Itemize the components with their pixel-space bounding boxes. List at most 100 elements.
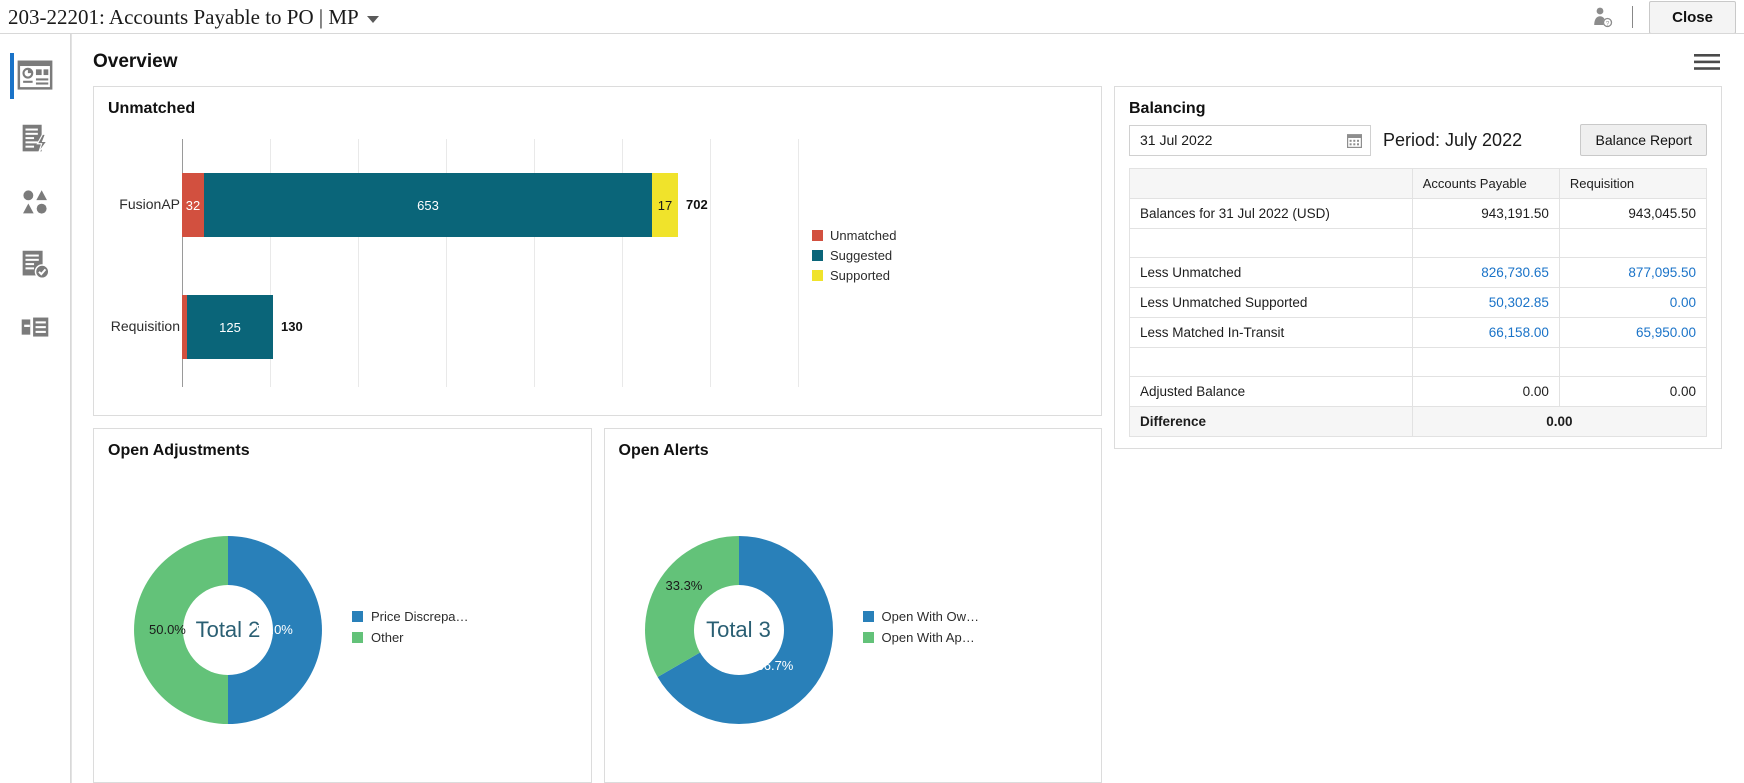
table-row: Less Unmatched Supported 50,302.85 0.00	[1130, 288, 1707, 318]
bar-category-label-0: FusionAP	[94, 196, 180, 212]
balance-date-value: 31 Jul 2022	[1140, 132, 1212, 148]
row-value-ap: 943,191.50	[1412, 199, 1559, 229]
row-value-req[interactable]: 65,950.00	[1559, 318, 1706, 348]
legend-swatch-icon	[863, 611, 874, 622]
chevron-down-icon[interactable]	[367, 16, 379, 23]
row-value-req[interactable]: 0.00	[1559, 288, 1706, 318]
document-lightning-icon	[16, 121, 54, 157]
sidebar-item-transactions[interactable]	[0, 107, 70, 170]
table-row: Balances for 31 Jul 2022 (USD) 943,191.5…	[1130, 199, 1707, 229]
table-row-spacer	[1130, 229, 1707, 258]
bar-segment-value: 17	[658, 198, 672, 213]
bar-segment-suggested[interactable]: 125	[187, 295, 273, 359]
legend-item-open-with-approver[interactable]: Open With Ap…	[863, 630, 980, 645]
sidebar-item-dashboard[interactable]	[0, 44, 70, 107]
sidebar-active-indicator	[10, 53, 14, 99]
bar-segment-suggested[interactable]: 653	[204, 173, 652, 237]
legend-item-supported[interactable]: Supported	[812, 268, 896, 283]
alerts-donut[interactable]: Total 3 66.7% 33.3%	[639, 530, 839, 730]
bar-plot-area: 32 653 17 702	[182, 139, 799, 387]
legend-item-price-discrepancy[interactable]: Price Discrepa…	[352, 609, 469, 624]
legend-swatch-icon	[352, 611, 363, 622]
legend-swatch-icon	[352, 632, 363, 643]
row-label: Less Matched In-Transit	[1130, 318, 1413, 348]
svg-text:?: ?	[1606, 20, 1610, 27]
sidebar-item-approvals[interactable]	[0, 233, 70, 296]
adjustments-legend: Price Discrepa… Other	[352, 609, 469, 651]
column-header-accounts-payable: Accounts Payable	[1412, 169, 1559, 199]
open-alerts-card: Open Alerts Total 3	[604, 428, 1103, 783]
open-alerts-chart: Total 3 66.7% 33.3% Open With Ow…	[605, 477, 1102, 782]
row-value-ap	[1412, 229, 1559, 258]
alerts-total-label: Total 3	[706, 617, 771, 643]
row-label	[1130, 229, 1413, 258]
dashboard-icon	[16, 58, 54, 94]
legend-label: Unmatched	[830, 228, 896, 243]
bar-segment-value: 653	[417, 198, 439, 213]
balancing-controls: 31 Jul 2022	[1115, 118, 1721, 156]
alerts-percent-1: 33.3%	[666, 578, 703, 593]
bar-segment-unmatched[interactable]: 32	[182, 173, 204, 237]
row-value-ap[interactable]: 826,730.65	[1412, 258, 1559, 288]
legend-label: Open With Ow…	[882, 609, 980, 624]
bar-chart-legend: Unmatched Suggested Supported	[812, 228, 896, 288]
legend-swatch-icon	[863, 632, 874, 643]
difference-label: Difference	[1130, 407, 1413, 437]
table-row-difference: Difference 0.00	[1130, 407, 1707, 437]
legend-item-other[interactable]: Other	[352, 630, 469, 645]
hamburger-menu-icon[interactable]	[1694, 53, 1720, 71]
open-adjustments-chart: Total 2 50.0% 50.0% Price Discrepa…	[94, 477, 591, 782]
adjustments-donut[interactable]: Total 2 50.0% 50.0%	[128, 530, 328, 730]
alerts-legend: Open With Ow… Open With Ap…	[863, 609, 980, 651]
overview-header: Overview	[72, 34, 1744, 85]
table-header-row: Accounts Payable Requisition	[1130, 169, 1707, 199]
dashboard-grid: Unmatched FusionAP Requisition	[93, 86, 1722, 783]
open-alerts-title: Open Alerts	[605, 429, 1102, 460]
top-bar: 203-22201: Accounts Payable to PO | MP ?…	[0, 0, 1744, 34]
row-label: Less Unmatched Supported	[1130, 288, 1413, 318]
bar-segment-value: 32	[186, 198, 200, 213]
bar-segment-supported[interactable]: 17	[652, 173, 678, 237]
row-label: Less Unmatched	[1130, 258, 1413, 288]
calendar-icon[interactable]	[1347, 133, 1362, 148]
user-help-icon[interactable]: ?	[1588, 5, 1618, 29]
alerts-percent-0: 66.7%	[757, 658, 794, 673]
bar-total-fusionap: 702	[686, 197, 708, 212]
row-value-req	[1559, 229, 1706, 258]
balance-date-field[interactable]: 31 Jul 2022	[1129, 125, 1371, 156]
period-label: Period: July 2022	[1383, 130, 1522, 151]
row-value-req	[1559, 348, 1706, 377]
legend-label: Suggested	[830, 248, 892, 263]
right-column: Balancing 31 Jul 2022	[1114, 86, 1722, 783]
bar-row-requisition[interactable]: 125 130	[182, 295, 799, 359]
row-value-ap[interactable]: 50,302.85	[1412, 288, 1559, 318]
list-panel-icon	[16, 310, 54, 346]
balance-report-button[interactable]: Balance Report	[1580, 124, 1707, 156]
column-header-blank	[1130, 169, 1413, 199]
legend-swatch-icon	[812, 270, 823, 281]
row-value-req[interactable]: 877,095.50	[1559, 258, 1706, 288]
top-bar-actions: ? Close	[1588, 0, 1744, 34]
overview-title: Overview	[93, 51, 178, 73]
legend-item-suggested[interactable]: Suggested	[812, 248, 896, 263]
legend-label: Open With Ap…	[882, 630, 975, 645]
balancing-card: Balancing 31 Jul 2022	[1114, 86, 1722, 449]
unmatched-bar-chart: FusionAP Requisition	[94, 133, 1101, 407]
row-value-ap[interactable]: 66,158.00	[1412, 318, 1559, 348]
bar-row-fusionap[interactable]: 32 653 17 702	[182, 173, 799, 237]
legend-label: Supported	[830, 268, 890, 283]
unmatched-title: Unmatched	[94, 87, 1101, 118]
legend-swatch-icon	[812, 250, 823, 261]
bar-category-label-1: Requisition	[94, 318, 180, 334]
difference-value: 0.00	[1412, 407, 1706, 437]
table-row-spacer	[1130, 348, 1707, 377]
row-label: Adjusted Balance	[1130, 377, 1413, 407]
legend-item-unmatched[interactable]: Unmatched	[812, 228, 896, 243]
adjustments-total-label: Total 2	[196, 617, 261, 643]
row-label	[1130, 348, 1413, 377]
close-button[interactable]: Close	[1649, 1, 1736, 34]
sidebar-item-matching[interactable]	[0, 170, 70, 233]
legend-item-open-with-owner[interactable]: Open With Ow…	[863, 609, 980, 624]
document-check-icon	[16, 247, 54, 283]
sidebar-item-reports[interactable]	[0, 296, 70, 359]
